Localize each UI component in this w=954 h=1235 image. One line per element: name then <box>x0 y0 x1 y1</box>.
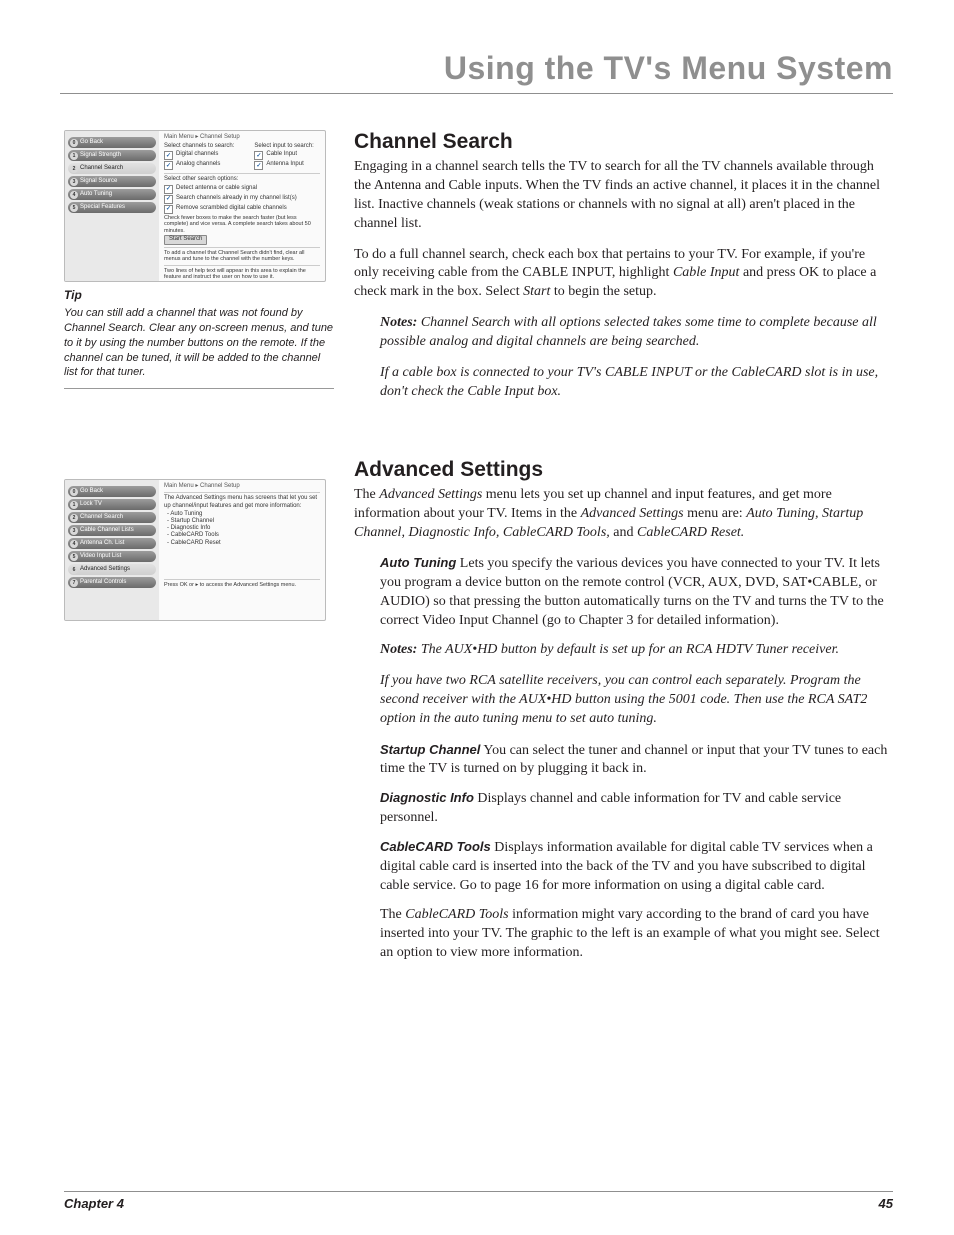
chapter-label: Chapter 4 <box>64 1196 124 1211</box>
paragraph: Engaging in a channel search tells the T… <box>354 158 893 234</box>
screenshot-advanced-settings: 0Go Back 1Lock TV 2Channel Search 3Cable… <box>64 479 326 621</box>
page-number: 45 <box>879 1196 893 1211</box>
subsection-cablecard-tools: CableCARD Tools Displays information ava… <box>380 838 893 896</box>
nav-go-back: 0Go Back <box>68 137 156 148</box>
subsection-auto-tuning: Auto Tuning Lets you specify the various… <box>380 554 893 631</box>
nav2-lock-tv: 1Lock TV <box>68 499 156 510</box>
nav2-cable-lists: 3Cable Channel Lists <box>68 525 156 536</box>
nav2-antenna-list: 4Antenna Ch. List <box>68 538 156 549</box>
nav-special-features: 5Special Features <box>68 202 156 213</box>
running-header: Using the TV's Menu System <box>60 50 893 94</box>
nav2-parental: 7Parental Controls <box>68 577 156 588</box>
paragraph: To do a full channel search, check each … <box>354 246 893 303</box>
nav2-go-back: 0Go Back <box>68 486 156 497</box>
start-search-button: Start Search <box>164 235 207 244</box>
page-footer: Chapter 4 45 <box>64 1191 893 1211</box>
nav2-video-input: 5Video Input List <box>68 551 156 562</box>
paragraph: The Advanced Settings menu lets you set … <box>354 486 893 543</box>
nav2-channel-search: 2Channel Search <box>68 512 156 523</box>
tip-heading: Tip <box>64 288 334 302</box>
note: Notes: The AUX•HD button by default is s… <box>380 641 893 660</box>
breadcrumb-2: Main Menu ▸ Channel Setup <box>164 483 320 490</box>
nav-signal-source: 3Signal Source <box>68 176 156 187</box>
tip-body: You can still add a channel that was not… <box>64 306 334 389</box>
nav-channel-search: 2Channel Search <box>68 163 156 174</box>
heading-advanced-settings: Advanced Settings <box>354 458 893 482</box>
heading-channel-search: Channel Search <box>354 130 893 154</box>
paragraph: The CableCARD Tools information might va… <box>380 906 893 963</box>
note: If a cable box is connected to your TV's… <box>380 364 893 402</box>
nav2-advanced-settings: 6Advanced Settings <box>68 564 156 575</box>
subsection-diagnostic-info: Diagnostic Info Displays channel and cab… <box>380 789 893 828</box>
nav-signal-strength: 1Signal Strength <box>68 150 156 161</box>
nav-auto-tuning: 4Auto Tuning <box>68 189 156 200</box>
breadcrumb: Main Menu ▸ Channel Setup <box>164 134 320 141</box>
screenshot-channel-search: 0Go Back 1Signal Strength 2Channel Searc… <box>64 130 326 282</box>
note: Notes: Channel Search with all options s… <box>380 314 893 352</box>
note: If you have two RCA satellite receivers,… <box>380 672 893 729</box>
subsection-startup-channel: Startup Channel You can select the tuner… <box>380 741 893 780</box>
